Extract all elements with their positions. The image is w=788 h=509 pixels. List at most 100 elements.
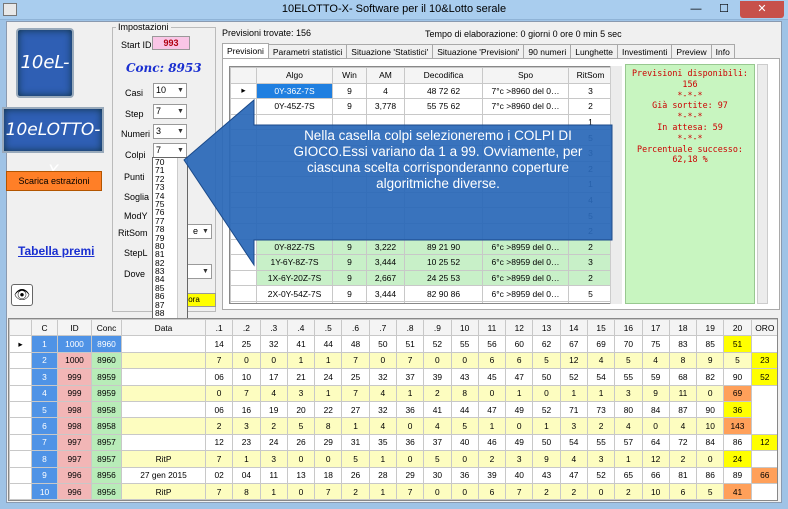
column-header[interactable]: 15	[586, 319, 616, 337]
tab-investimenti[interactable]: Investimenti	[617, 44, 673, 58]
table-cell: 3	[559, 417, 588, 435]
ritsom-value: e	[193, 226, 199, 236]
table-cell: 2,667	[366, 269, 405, 287]
column-header[interactable]: 13	[532, 319, 561, 337]
previsioni-grid[interactable]: Algo Win AM Decodifica Spo RitSom ▸ 0Y-36Z-7S 9 4…	[229, 66, 622, 304]
table-cell: 3	[232, 417, 261, 435]
tab-situazione-statistici[interactable]: Situazione 'Statistici'	[346, 44, 434, 58]
column-header[interactable]: .2	[232, 319, 261, 337]
minimize-button[interactable]: —	[682, 1, 710, 18]
column-header[interactable]: C	[31, 319, 58, 337]
column-header[interactable]: 17	[641, 319, 670, 337]
column-header[interactable]: 14	[559, 319, 588, 337]
table-row[interactable]: 8 997 8957 RitP 7 1 3 0 0 5 1 0 5 0 2 3 9 4 3 1 12 2 0 24	[9, 450, 778, 468]
tab-previsioni[interactable]: Previsioni	[222, 43, 269, 59]
maximize-button[interactable]: ☐	[710, 1, 738, 18]
column-header[interactable]	[9, 319, 32, 337]
column-header[interactable]: ORO	[750, 319, 777, 337]
table-cell: 3,222	[366, 238, 405, 256]
step-select[interactable]: 7 ▼	[153, 104, 187, 119]
table-row[interactable]: ▸ 0Y-36Z-7S 9 4 48 72 62 7°c >8960 del 0… 3	[230, 82, 613, 100]
column-header[interactable]: .4	[286, 319, 316, 337]
column-header[interactable]: 11	[477, 319, 507, 337]
table-cell: 4	[31, 384, 58, 402]
column-header[interactable]	[230, 67, 257, 84]
table-cell: 8	[232, 482, 261, 500]
table-row[interactable]: 5 998 8958 06 16 19 20 22 27 32 36 41 44 47 49 52 71 73 80…	[9, 400, 778, 419]
table-cell: 0	[395, 417, 425, 435]
column-header[interactable]: Decodifica	[404, 67, 483, 84]
table-row[interactable]: 2	[230, 160, 613, 178]
tab-info[interactable]: Info	[710, 44, 735, 58]
column-header[interactable]: 19	[696, 319, 725, 337]
table-cell: 8960	[91, 351, 122, 370]
table-row[interactable]: 6 998 8958 2 3 2 5 8 1 4 0 4 5 1 0 1 3 2 4 0 4 10 143	[9, 417, 778, 435]
table-row[interactable]: 1Y-6Y-8Z-7S 9 3,444 10 25 52 6°c >8959 del 0…	[230, 254, 613, 271]
column-header[interactable]: 10	[450, 319, 479, 337]
column-header[interactable]: .7	[368, 319, 397, 337]
column-header[interactable]: .9	[423, 319, 452, 337]
start-id-field[interactable]: 993	[152, 36, 190, 50]
table-row[interactable]: 3	[230, 144, 613, 162]
column-header[interactable]: 12	[505, 319, 534, 337]
column-header[interactable]: RitSom	[568, 67, 613, 84]
column-header[interactable]: 20	[723, 319, 752, 337]
tab-preview[interactable]: Preview	[671, 44, 712, 58]
table-cell	[256, 207, 333, 224]
table-row[interactable]: 4 999 8959 0 7 4 3 1 7 4 1 2 8 0 1 0 1 1 3 9 11 0 69	[9, 384, 778, 402]
casi-select[interactable]: 10 ▼	[153, 83, 187, 98]
table-cell	[482, 207, 569, 224]
column-header[interactable]: Win	[332, 67, 367, 84]
tab-situazione-previsioni[interactable]: Situazione 'Previsioni'	[432, 44, 525, 58]
table-cell: 9	[332, 254, 367, 271]
table-row[interactable]: 2X-0Y-54Z-7S 9 3,444 82 90 86 6°c >8959 del …	[230, 285, 613, 302]
table-row[interactable]: 9 996 8956 27 gen 2015 02 04 11 13 18 26 28 29 30 36 3…	[9, 466, 777, 484]
eye-icon[interactable]: 👁	[11, 284, 33, 306]
column-header[interactable]: Conc	[91, 319, 122, 337]
column-header[interactable]: AM	[366, 67, 405, 84]
table-cell: 0	[450, 450, 479, 468]
column-header[interactable]: Spo	[482, 67, 569, 84]
column-header[interactable]: ID	[57, 319, 92, 337]
tabella-premi-link[interactable]: Tabella premi	[18, 244, 94, 258]
table-row[interactable]: 3 999 8959 06 10 17 21 24 25 32 37 39 43 45 47 50 52 54 55…	[9, 368, 777, 386]
table-row[interactable]: 4	[230, 191, 613, 209]
column-header[interactable]: .3	[259, 319, 288, 337]
table-cell: 37	[395, 368, 425, 386]
column-header[interactable]: .1	[204, 319, 234, 337]
colpi-select[interactable]: 7 ▼	[153, 143, 187, 158]
table-row[interactable]: ▸ 1 1000 8960 14 25 32 41 44 48 50 51 52 55 56 60 62 67 69…	[9, 335, 778, 353]
column-header[interactable]: .8	[395, 319, 425, 337]
estrazioni-grid[interactable]: C ID Conc Data .1.2.3.4.5.6.7.8.9 10 11 12 13 14 1…	[8, 318, 778, 501]
column-header[interactable]: Data	[121, 319, 206, 337]
table-cell: 7	[314, 482, 343, 500]
table-row[interactable]: 2	[230, 222, 613, 240]
table-cell: 7	[395, 482, 425, 500]
column-header[interactable]: 16	[614, 319, 643, 337]
table-cell: 1	[368, 450, 397, 468]
tab-90-numeri[interactable]: 90 numeri	[523, 44, 572, 58]
table-row[interactable]: 1	[230, 113, 613, 131]
column-header[interactable]: .6	[341, 319, 370, 337]
column-header[interactable]: Algo	[256, 67, 333, 84]
table-row[interactable]: 7 997 8957 12 23 24 26 29 31 35 36 37 40 46 49 50 54 55 57…	[9, 433, 777, 452]
table-row[interactable]: 1	[230, 176, 613, 193]
table-row[interactable]: 0Y-45Z-7S 9 3,778 55 75 62 7°c >8960 del 0… 2	[230, 98, 613, 115]
tab-lunghette[interactable]: Lunghette	[570, 44, 619, 58]
column-header[interactable]: 18	[668, 319, 698, 337]
table-row[interactable]: 5	[230, 207, 613, 224]
tab-parametri-statistici[interactable]: Parametri statistici	[267, 44, 348, 58]
table-row[interactable]: 1X-6Y-20Z-7S 9 2,667 24 25 53 6°c >8959 del …	[230, 269, 613, 287]
table-row[interactable]: 2 1000 8960 7 0 0 1 1 7 0 7 0 0 6 6 5 12 4 5 4 8 9 5 23	[9, 351, 777, 370]
table-cell: 4	[423, 417, 452, 435]
scarica-estrazioni-button[interactable]: Scarica estrazioni	[6, 171, 102, 191]
table-row[interactable]: 4X-7Y-97-7S94,44429 88 506°c >8959 del 0…	[230, 300, 613, 303]
previsioni-scrollbar[interactable]	[610, 66, 622, 304]
table-row[interactable]: 5	[230, 129, 613, 146]
notes-scrollbar[interactable]	[757, 64, 768, 304]
table-row[interactable]: 10 996 8956 RitP 7 8 1 0 7 2 1 7 0 0 6 7 2 2 0 2 10 6 5 41	[9, 482, 778, 500]
numeri-select[interactable]: 3 ▼	[153, 124, 187, 139]
close-button[interactable]: ✕	[740, 1, 784, 18]
column-header[interactable]: .5	[314, 319, 343, 337]
table-row[interactable]: 0Y-82Z-7S 9 3,222 89 21 90 6°c >8959 del 0… 2	[230, 238, 613, 256]
